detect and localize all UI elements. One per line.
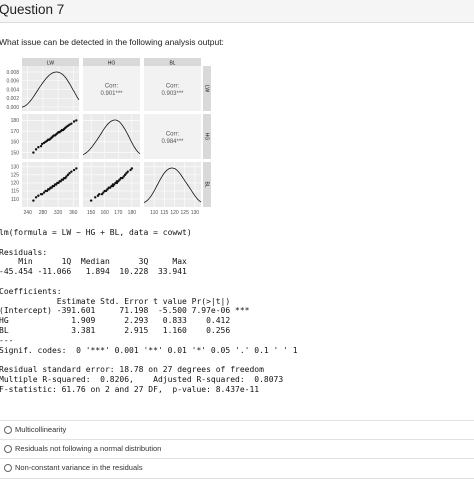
y-tick-label: 130 bbox=[11, 165, 20, 171]
scatter-point bbox=[75, 167, 78, 170]
y-tick-label: 0.004 bbox=[6, 87, 19, 93]
r-output: lm(formula = LW ~ HG + BL, data = cowwt)… bbox=[0, 228, 298, 395]
x-tick-label: 115 bbox=[160, 210, 168, 216]
scatter-point bbox=[68, 172, 71, 175]
strip-label: BL bbox=[169, 61, 175, 67]
correlation-label: Corr: bbox=[166, 132, 180, 138]
r-output-line: Estimate Std. Error t value Pr(>|t|) bbox=[0, 296, 231, 306]
option-label: Residuals not following a normal distrib… bbox=[15, 444, 162, 453]
scatter-point bbox=[32, 199, 35, 202]
scatter-point bbox=[70, 170, 73, 173]
r-output-line: Residuals: bbox=[0, 247, 48, 257]
scatter-point bbox=[34, 148, 38, 151]
y-tick-label: 115 bbox=[11, 189, 19, 195]
x-tick-label: 160 bbox=[101, 210, 110, 216]
scatter-point bbox=[32, 151, 35, 154]
option-multicollinearity[interactable]: Multicollinearity bbox=[0, 420, 474, 440]
scatter-point bbox=[37, 146, 40, 149]
x-tick-label: 150 bbox=[87, 210, 96, 216]
scatter-point bbox=[37, 194, 40, 197]
scatter-point bbox=[75, 119, 78, 122]
y-tick-label: 125 bbox=[11, 173, 20, 179]
question-header: Question 7 bbox=[0, 0, 474, 23]
scatter-point bbox=[98, 192, 101, 196]
radio-button[interactable] bbox=[4, 426, 12, 434]
option-label: Multicollinearity bbox=[15, 425, 67, 434]
r-output-line: Residual standard error: 18.78 on 27 deg… bbox=[0, 365, 264, 375]
y-tick-label: 160 bbox=[11, 140, 20, 146]
y-tick-label: 0.002 bbox=[6, 96, 19, 102]
r-output-line: lm(formula = LW ~ HG + BL, data = cowwt) bbox=[0, 228, 192, 237]
x-tick-label: 180 bbox=[128, 210, 137, 216]
y-tick-label: 150 bbox=[11, 150, 20, 156]
r-output-line: BL 3.381 2.915 1.160 0.256 bbox=[0, 325, 231, 335]
r-output-line: Min 1Q Median 3Q Max bbox=[0, 257, 187, 267]
option-label: Non-constant variance in the residuals bbox=[15, 463, 143, 472]
correlation-label: Corr: bbox=[105, 84, 119, 90]
pairs-plot: LW HG BL LW HG BL 0.008 0.006 0.004 0.002 0.000 150… bbox=[6, 58, 211, 216]
r-output-line: -45.454 -11.066 1.894 10.228 33.941 bbox=[0, 267, 187, 277]
panel-background bbox=[144, 162, 201, 207]
r-output-line: (Intercept) -391.601 71.198 -5.500 7.97e… bbox=[0, 306, 250, 316]
x-tick-label: 130 bbox=[191, 210, 200, 216]
strip-label: BL bbox=[204, 181, 210, 187]
scatter-point bbox=[89, 199, 93, 202]
panel-background bbox=[22, 66, 79, 111]
option-nonconstant-variance[interactable]: Non-constant variance in the residuals bbox=[0, 458, 474, 479]
scatter-point bbox=[40, 192, 44, 196]
r-output-line: HG 1.909 2.293 0.833 0.412 bbox=[0, 316, 231, 326]
scatter-point bbox=[130, 167, 134, 170]
y-tick-label: 110 bbox=[11, 197, 19, 203]
r-output-line: --- bbox=[0, 335, 14, 345]
x-tick-label: 240 bbox=[24, 210, 33, 216]
scatter-point bbox=[126, 170, 129, 173]
scatter-point bbox=[39, 144, 43, 148]
question-title: Question 7 bbox=[0, 2, 65, 17]
scatter-point bbox=[94, 196, 97, 199]
correlation-label: Corr: bbox=[166, 84, 180, 90]
y-tick-label: 0.000 bbox=[6, 105, 19, 111]
r-output-line: F-statistic: 61.76 on 2 and 27 DF, p-val… bbox=[0, 384, 260, 394]
x-tick-label: 280 bbox=[39, 210, 48, 216]
panel-background bbox=[22, 162, 79, 207]
option-residuals-not-normal[interactable]: Residuals not following a normal distrib… bbox=[0, 439, 474, 459]
y-tick-label: 120 bbox=[11, 181, 20, 187]
x-tick-label: 120 bbox=[170, 210, 179, 216]
strip-label: LW bbox=[204, 85, 210, 92]
strip-label: HG bbox=[204, 133, 210, 141]
strip-label: HG bbox=[108, 61, 116, 67]
r-output-line: Coefficients: bbox=[0, 286, 62, 296]
correlation-value: 0.901*** bbox=[100, 91, 123, 97]
x-tick-label: 360 bbox=[69, 210, 78, 216]
scatter-point bbox=[72, 120, 76, 123]
correlation-value: 0.984*** bbox=[161, 139, 184, 145]
x-tick-label: 170 bbox=[114, 210, 123, 216]
y-tick-label: 0.008 bbox=[6, 70, 19, 76]
r-output-line: Multiple R-squared: 0.8206, Adjusted R-s… bbox=[0, 374, 284, 384]
scatter-point bbox=[70, 122, 73, 125]
y-tick-label: 0.006 bbox=[6, 79, 19, 85]
panel-background bbox=[22, 114, 79, 159]
radio-button[interactable] bbox=[4, 445, 12, 453]
correlation-value: 0.903*** bbox=[161, 91, 184, 97]
r-output-line: Signif. codes: 0 '***' 0.001 '**' 0.01 '… bbox=[0, 345, 298, 355]
question-text: What issue can be detected in the follow… bbox=[0, 37, 224, 47]
strip-label: LW bbox=[47, 61, 54, 67]
x-tick-label: 125 bbox=[181, 210, 190, 216]
radio-button[interactable] bbox=[4, 464, 12, 472]
y-tick-label: 170 bbox=[11, 129, 20, 135]
y-tick-label: 180 bbox=[11, 118, 20, 124]
scatter-point bbox=[34, 196, 38, 199]
scatter-point bbox=[72, 168, 76, 172]
x-tick-label: 110 bbox=[150, 210, 158, 216]
x-tick-label: 320 bbox=[54, 210, 63, 216]
